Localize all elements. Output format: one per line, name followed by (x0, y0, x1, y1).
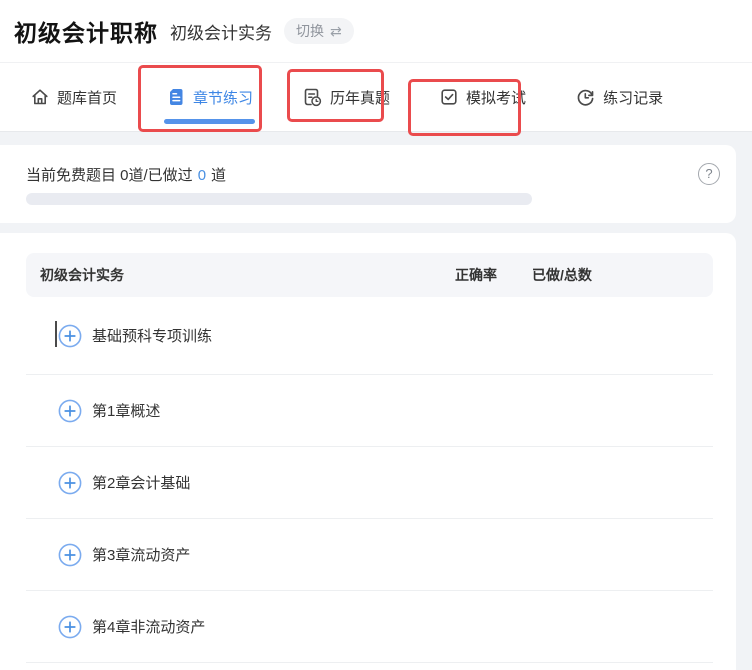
history-clock-icon (575, 87, 596, 108)
expand-plus-icon[interactable] (58, 471, 82, 495)
expand-plus-icon[interactable] (58, 324, 82, 348)
chapter-label[interactable]: 第3章流动资产 (92, 544, 190, 565)
help-icon[interactable]: ? (698, 163, 720, 185)
tab-bank-home[interactable]: 题库首页 (28, 63, 119, 131)
column-accuracy: 正确率 (455, 265, 497, 285)
chapter-row[interactable]: 第4章非流动资产 (26, 591, 713, 663)
expand-plus-icon[interactable] (58, 615, 82, 639)
tab-label: 练习记录 (603, 87, 663, 108)
current-subject: 初级会计实务 (170, 19, 272, 44)
chapter-row[interactable]: 第1章概述 (26, 375, 713, 447)
active-tab-underline (164, 119, 255, 124)
column-done-total: 已做/总数 (532, 265, 592, 285)
free-question-stats-panel: 当前免费题目 0道/已做过 0 道 ? (0, 145, 736, 223)
tab-label: 模拟考试 (466, 87, 526, 108)
document-clock-icon (302, 87, 323, 108)
tab-label: 题库首页 (57, 87, 117, 108)
free-question-stats: 当前免费题目 0道/已做过 0 道 (26, 164, 226, 185)
chapter-row[interactable]: 第2章会计基础 (26, 447, 713, 519)
question-bank-page: 初级会计职称 初级会计实务 切换 ⇄ 题库首页 (0, 0, 752, 670)
chapter-label[interactable]: 基础预科专项训练 (92, 325, 212, 346)
swap-arrows-icon: ⇄ (330, 23, 342, 40)
column-subject: 初级会计实务 (26, 265, 124, 285)
switch-subject-button[interactable]: 切换 ⇄ (284, 18, 354, 44)
document-icon (166, 87, 186, 107)
chapter-rows: 基础预科专项训练 第1章概述 第2章会计基础 (26, 297, 713, 663)
page-title: 初级会计职称 (14, 14, 158, 48)
chapter-table-panel: 初级会计实务 正确率 已做/总数 基础预科专项训练 (0, 233, 736, 670)
chapter-label[interactable]: 第2章会计基础 (92, 472, 190, 493)
chapter-row[interactable]: 第3章流动资产 (26, 519, 713, 591)
stats-unit: 道 (211, 164, 226, 185)
home-icon (30, 87, 50, 107)
tab-practice-record[interactable]: 练习记录 (573, 63, 665, 131)
table-header-row: 初级会计实务 正确率 已做/总数 (26, 253, 713, 297)
tab-mock-exam[interactable]: 模拟考试 (437, 63, 528, 131)
stats-label: 当前免费题目 0道/已做过 (26, 164, 193, 185)
tab-past-exams[interactable]: 历年真题 (300, 63, 392, 131)
page-header: 初级会计职称 初级会计实务 切换 ⇄ (0, 0, 752, 63)
expand-plus-icon[interactable] (58, 543, 82, 567)
tab-bar: 题库首页 章节练习 (0, 63, 752, 132)
switch-label: 切换 (296, 21, 324, 41)
text-cursor (55, 321, 57, 347)
tab-chapter-practice[interactable]: 章节练习 (164, 63, 255, 131)
checkbox-check-icon (439, 87, 459, 107)
tab-label: 历年真题 (330, 87, 390, 108)
done-count: 0 (198, 167, 206, 184)
chapter-row[interactable]: 基础预科专项训练 (26, 297, 713, 375)
chapter-label[interactable]: 第1章概述 (92, 400, 160, 421)
expand-plus-icon[interactable] (58, 399, 82, 423)
chapter-label[interactable]: 第4章非流动资产 (92, 616, 205, 637)
tab-label: 章节练习 (193, 87, 253, 108)
free-question-progress-bar (26, 193, 532, 205)
